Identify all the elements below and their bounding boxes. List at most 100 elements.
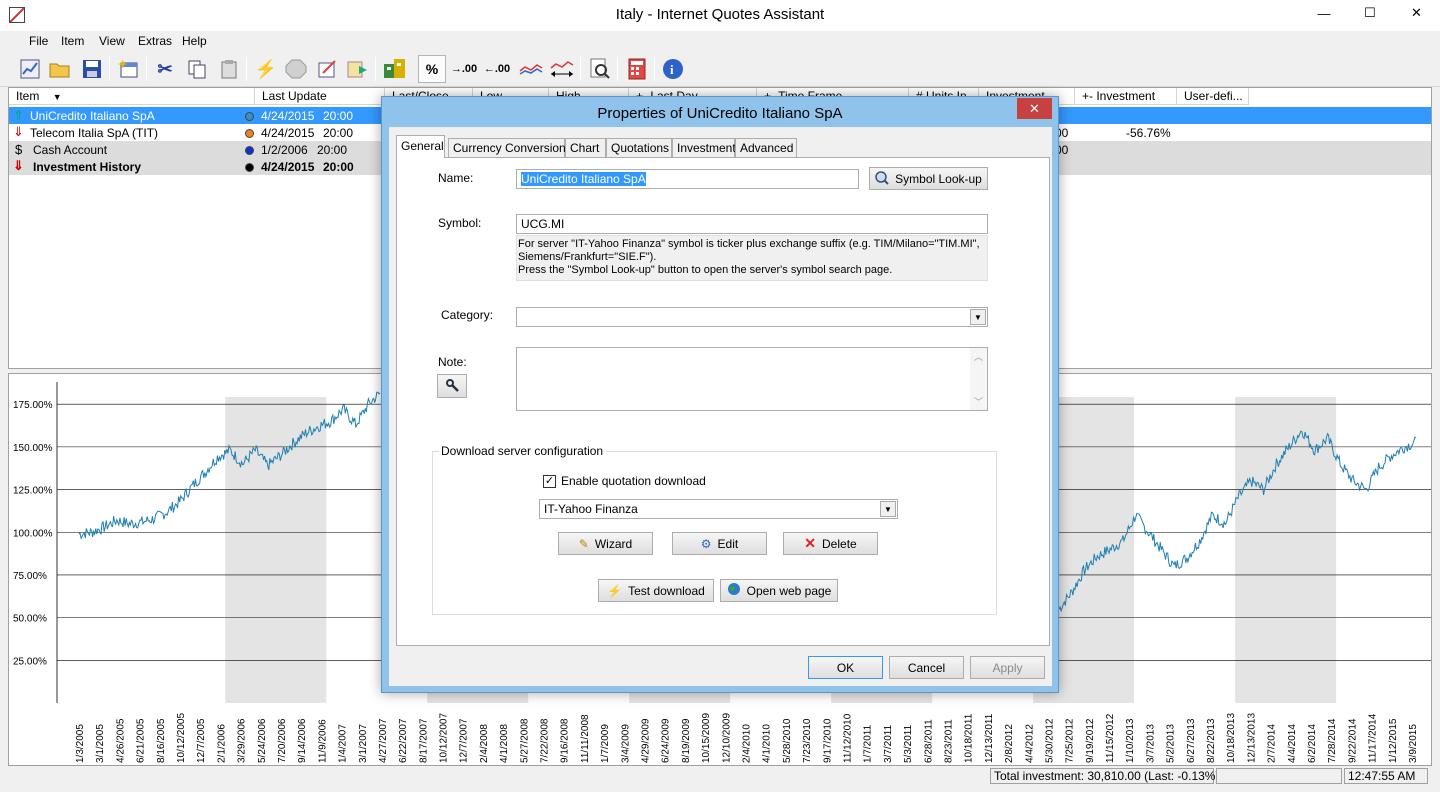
- stop-icon[interactable]: [282, 55, 310, 83]
- increase-decimals-button[interactable]: →.00: [450, 55, 478, 83]
- row-date: 4/24/2015: [261, 160, 315, 174]
- download-lightning-icon[interactable]: ⚡: [252, 55, 280, 83]
- chevron-down-icon[interactable]: ▼: [970, 309, 986, 325]
- x-tick-label: 11/9/2006: [317, 719, 328, 763]
- open-web-page-label: Open web page: [746, 583, 832, 598]
- enable-download-checkbox[interactable]: ✓: [543, 475, 556, 488]
- history-down-icon: ⇓: [13, 158, 24, 173]
- cancel-button[interactable]: Cancel: [889, 656, 964, 679]
- edit-button[interactable]: ⚙ Edit: [672, 532, 767, 555]
- year-band: [225, 397, 327, 703]
- column-header-plus-minus-investment[interactable]: +- Investment: [1075, 88, 1177, 105]
- tab-advanced[interactable]: Advanced: [735, 138, 797, 157]
- x-tick-label: 3/4/2009: [620, 724, 631, 763]
- row-name: UniCredito Italiano SpA: [30, 109, 155, 123]
- ok-button[interactable]: OK: [808, 656, 883, 679]
- properties-dialog: Properties of UniCredito Italiano SpA ✕ …: [381, 96, 1059, 693]
- server-select[interactable]: IT-Yahoo Finanza ▼: [539, 499, 898, 519]
- tab-investment[interactable]: Investment: [672, 138, 736, 157]
- svg-text:i: i: [670, 62, 674, 77]
- menu-item[interactable]: Item: [61, 34, 84, 48]
- save-icon[interactable]: [78, 55, 106, 83]
- symbol-field[interactable]: UCG.MI: [516, 214, 988, 234]
- x-tick-label: 7/23/2010: [802, 718, 813, 763]
- dialog-close-button[interactable]: ✕: [1017, 98, 1052, 119]
- column-header-item[interactable]: Item ▼: [9, 88, 255, 105]
- symbol-lookup-label: Symbol Look-up: [895, 171, 982, 186]
- x-tick-label: 2/4/2010: [742, 724, 753, 763]
- dialog-title: Properties of UniCredito Italiano SpA: [597, 105, 843, 122]
- edit-label: Edit: [717, 536, 739, 551]
- line-chart-icon[interactable]: [517, 55, 545, 83]
- x-tick-label: 2/8/2012: [1004, 724, 1015, 763]
- x-tick-label: 7/25/2012: [1065, 718, 1076, 763]
- new-item-icon[interactable]: ✦: [114, 55, 142, 83]
- note-edit-button[interactable]: [437, 374, 467, 398]
- menu-help[interactable]: Help: [182, 34, 207, 48]
- decrease-decimals-button[interactable]: ←.00: [483, 55, 511, 83]
- export-icon[interactable]: [344, 55, 372, 83]
- x-tick-label: 10/15/2009: [701, 713, 712, 763]
- test-download-button[interactable]: ⚡ Test download: [598, 579, 714, 602]
- menu-file[interactable]: File: [29, 34, 48, 48]
- tab-currency-conversion[interactable]: Currency Conversion: [448, 138, 566, 157]
- x-tick-label: 8/16/2005: [156, 718, 167, 763]
- note-textarea[interactable]: ︿ ﹀: [516, 347, 988, 411]
- y-tick-label: 50.00%: [13, 614, 47, 625]
- calculator-icon[interactable]: [623, 55, 651, 83]
- menu-view[interactable]: View: [99, 34, 125, 48]
- open-folder-icon[interactable]: [46, 55, 74, 83]
- y-tick-label: 100.00%: [13, 528, 53, 539]
- maximize-button[interactable]: ☐: [1347, 0, 1393, 26]
- y-tick-label: 75.00%: [13, 571, 47, 582]
- x-tick-label: 5/28/2010: [782, 718, 793, 763]
- apply-button[interactable]: Apply: [970, 656, 1045, 679]
- symbol-hint-line-3: Press the "Symbol Look-up" button to ope…: [518, 264, 893, 276]
- column-header-user-defined[interactable]: User-defi...: [1177, 88, 1249, 105]
- row-name: Cash Account: [33, 143, 108, 157]
- x-tick-label: 5/27/2008: [519, 718, 530, 763]
- name-field[interactable]: UniCredito Italiano SpA: [516, 169, 859, 189]
- scroll-up-icon[interactable]: ︿: [974, 350, 983, 363]
- x-tick-label: 12/10/2009: [721, 713, 732, 763]
- status-empty-panel: [1216, 768, 1342, 784]
- tab-chart[interactable]: Chart: [565, 138, 606, 157]
- chevron-down-icon[interactable]: ▼: [880, 501, 896, 517]
- info-icon[interactable]: i: [659, 55, 687, 83]
- portfolio-icon[interactable]: [381, 55, 409, 83]
- minimize-button[interactable]: —: [1301, 0, 1347, 26]
- open-web-page-button[interactable]: Open web page: [720, 579, 838, 602]
- toolbar: ✦ ✂ ⚡ % →.00 ←.00 i: [0, 51, 1440, 87]
- delete-button[interactable]: ✕ Delete: [783, 532, 878, 555]
- paste-icon[interactable]: [215, 55, 243, 83]
- gear-icon: ⚙: [700, 536, 712, 551]
- status-bar: Total investment: 30,810.00 (Last: -0.13…: [0, 766, 1440, 792]
- column-header-last-update[interactable]: Last Update: [255, 88, 385, 105]
- x-tick-label: 4/1/2010: [762, 724, 773, 763]
- menu-extras[interactable]: Extras: [138, 34, 172, 48]
- close-button[interactable]: ✕: [1393, 0, 1440, 26]
- category-label: Category:: [441, 308, 494, 322]
- edit-note-icon[interactable]: [313, 55, 341, 83]
- percent-button[interactable]: %: [418, 55, 446, 83]
- row-plus-minus-investment: -56.76%: [1126, 126, 1171, 140]
- chart-icon[interactable]: [16, 55, 44, 83]
- category-select[interactable]: ▼: [516, 307, 988, 327]
- symbol-lookup-button[interactable]: Symbol Look-up: [869, 167, 988, 190]
- tab-quotations[interactable]: Quotations: [606, 138, 672, 157]
- x-tick-label: 8/22/2013: [1206, 718, 1217, 763]
- globe-icon: [727, 582, 741, 599]
- preview-search-icon[interactable]: [586, 55, 614, 83]
- time-frame-icon[interactable]: [548, 55, 576, 83]
- x-tick-label: 7/20/2006: [277, 718, 288, 763]
- clock-status: 12:47:55 AM: [1344, 768, 1428, 784]
- note-scrollbar[interactable]: ︿ ﹀: [970, 348, 987, 410]
- x-tick-label: 3/1/2007: [358, 724, 369, 763]
- copy-icon[interactable]: [183, 55, 211, 83]
- x-tick-label: 8/19/2009: [681, 718, 692, 763]
- wizard-button[interactable]: ✎ Wizard: [558, 532, 653, 555]
- tab-general[interactable]: General: [396, 135, 445, 158]
- cut-icon[interactable]: ✂: [151, 55, 179, 83]
- delete-label: Delete: [822, 536, 857, 551]
- scroll-down-icon[interactable]: ﹀: [974, 395, 983, 408]
